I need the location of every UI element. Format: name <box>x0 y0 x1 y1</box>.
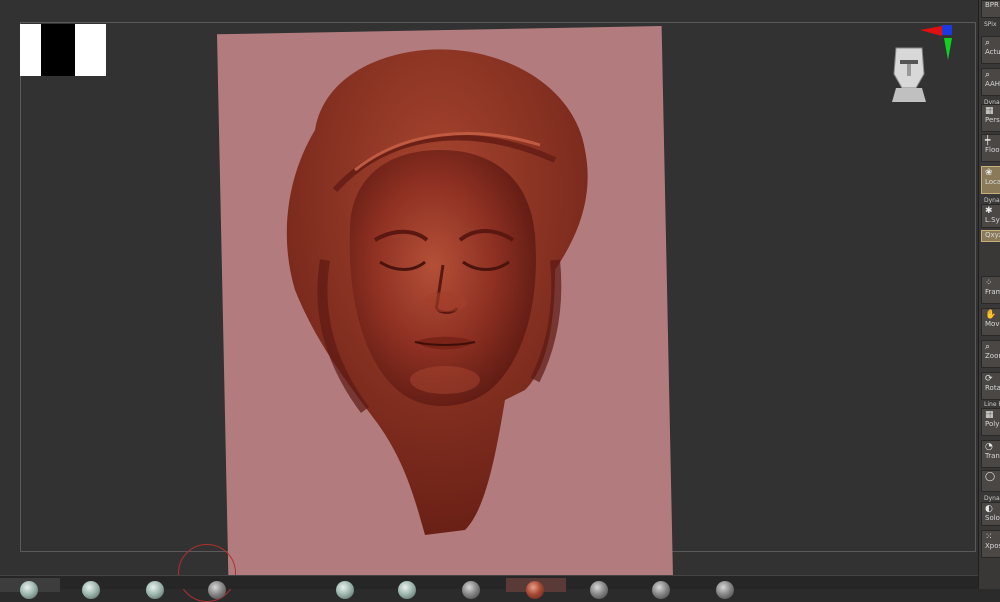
brush-thumb[interactable] <box>462 581 480 599</box>
material-thumb[interactable] <box>526 581 544 599</box>
xpose-icon: ⁙ <box>985 532 993 542</box>
transp-icon: ◔ <box>985 442 993 452</box>
solo-button[interactable]: ◐ Solo <box>981 502 1000 526</box>
floor-button[interactable]: ┿Floor <box>981 134 1000 162</box>
xpose-button[interactable]: ⁙Xpose <box>981 530 1000 558</box>
right-shelf: BPR SPix ⌕Actual ⌕AAHalf Dynamic ▦Persp … <box>978 0 1000 589</box>
ghost-icon: ◯ <box>985 472 996 482</box>
transp-button[interactable]: ◔Transp <box>981 440 1000 468</box>
frame-icon: ⁘ <box>985 278 993 288</box>
brush-thumb[interactable] <box>398 581 416 599</box>
move-icon: ✋ <box>985 310 997 320</box>
spix-label: SPix <box>984 21 997 28</box>
top-strip <box>0 0 978 22</box>
zoom3d-button[interactable]: ⌕Zoom3D <box>981 340 1000 368</box>
rotate-button[interactable]: ⟳Rotate <box>981 372 1000 400</box>
floor-icon: ┿ <box>985 136 991 146</box>
polyf-icon: ▦ <box>985 410 994 420</box>
lsym-icon: ✱ <box>985 206 993 216</box>
navigator-thumbnail[interactable] <box>20 24 106 76</box>
brush-thumb[interactable] <box>20 581 38 599</box>
brush-thumb[interactable] <box>146 581 164 599</box>
brush-thumb[interactable] <box>652 581 670 599</box>
brush-thumb[interactable] <box>208 581 226 599</box>
brush-thumb[interactable] <box>716 581 734 599</box>
frame-button[interactable]: ⁘Frame <box>981 276 1000 304</box>
persp-icon: ▦ <box>985 106 994 116</box>
aahalf-icon: ⌕ <box>985 70 991 80</box>
move-button[interactable]: ✋Move <box>981 308 1000 336</box>
actual-icon: ⌕ <box>985 38 991 48</box>
view-orientation-head-icon[interactable] <box>886 40 932 104</box>
local-icon: ❀ <box>985 168 993 178</box>
rotate-icon: ⟳ <box>985 374 993 384</box>
face-relief-sculpt[interactable] <box>255 40 615 540</box>
polyf-button[interactable]: ▦PolyF <box>981 408 1000 436</box>
actual-button[interactable]: ⌕Actual <box>981 36 1000 64</box>
brush-thumb[interactable] <box>82 581 100 599</box>
zoom-icon: ⌕ <box>985 342 991 352</box>
local-button[interactable]: ❀Local <box>981 166 1000 194</box>
brush-thumb[interactable] <box>590 581 608 599</box>
lsym-button[interactable]: ✱L.Sym <box>981 204 1000 228</box>
brush-tray <box>0 575 978 599</box>
navigator-view-rect[interactable] <box>41 24 75 76</box>
ghost-button[interactable]: ◯ <box>981 470 1000 492</box>
bpr-button[interactable]: BPR <box>981 0 1000 18</box>
persp-button[interactable]: ▦Persp <box>981 104 1000 132</box>
xyz-button[interactable]: Qxyz <box>981 230 1000 242</box>
aahalf-button[interactable]: ⌕AAHalf <box>981 68 1000 96</box>
brush-thumb[interactable] <box>336 581 354 599</box>
solo-icon: ◐ <box>985 504 993 514</box>
brush-cursor-circle <box>178 544 236 602</box>
